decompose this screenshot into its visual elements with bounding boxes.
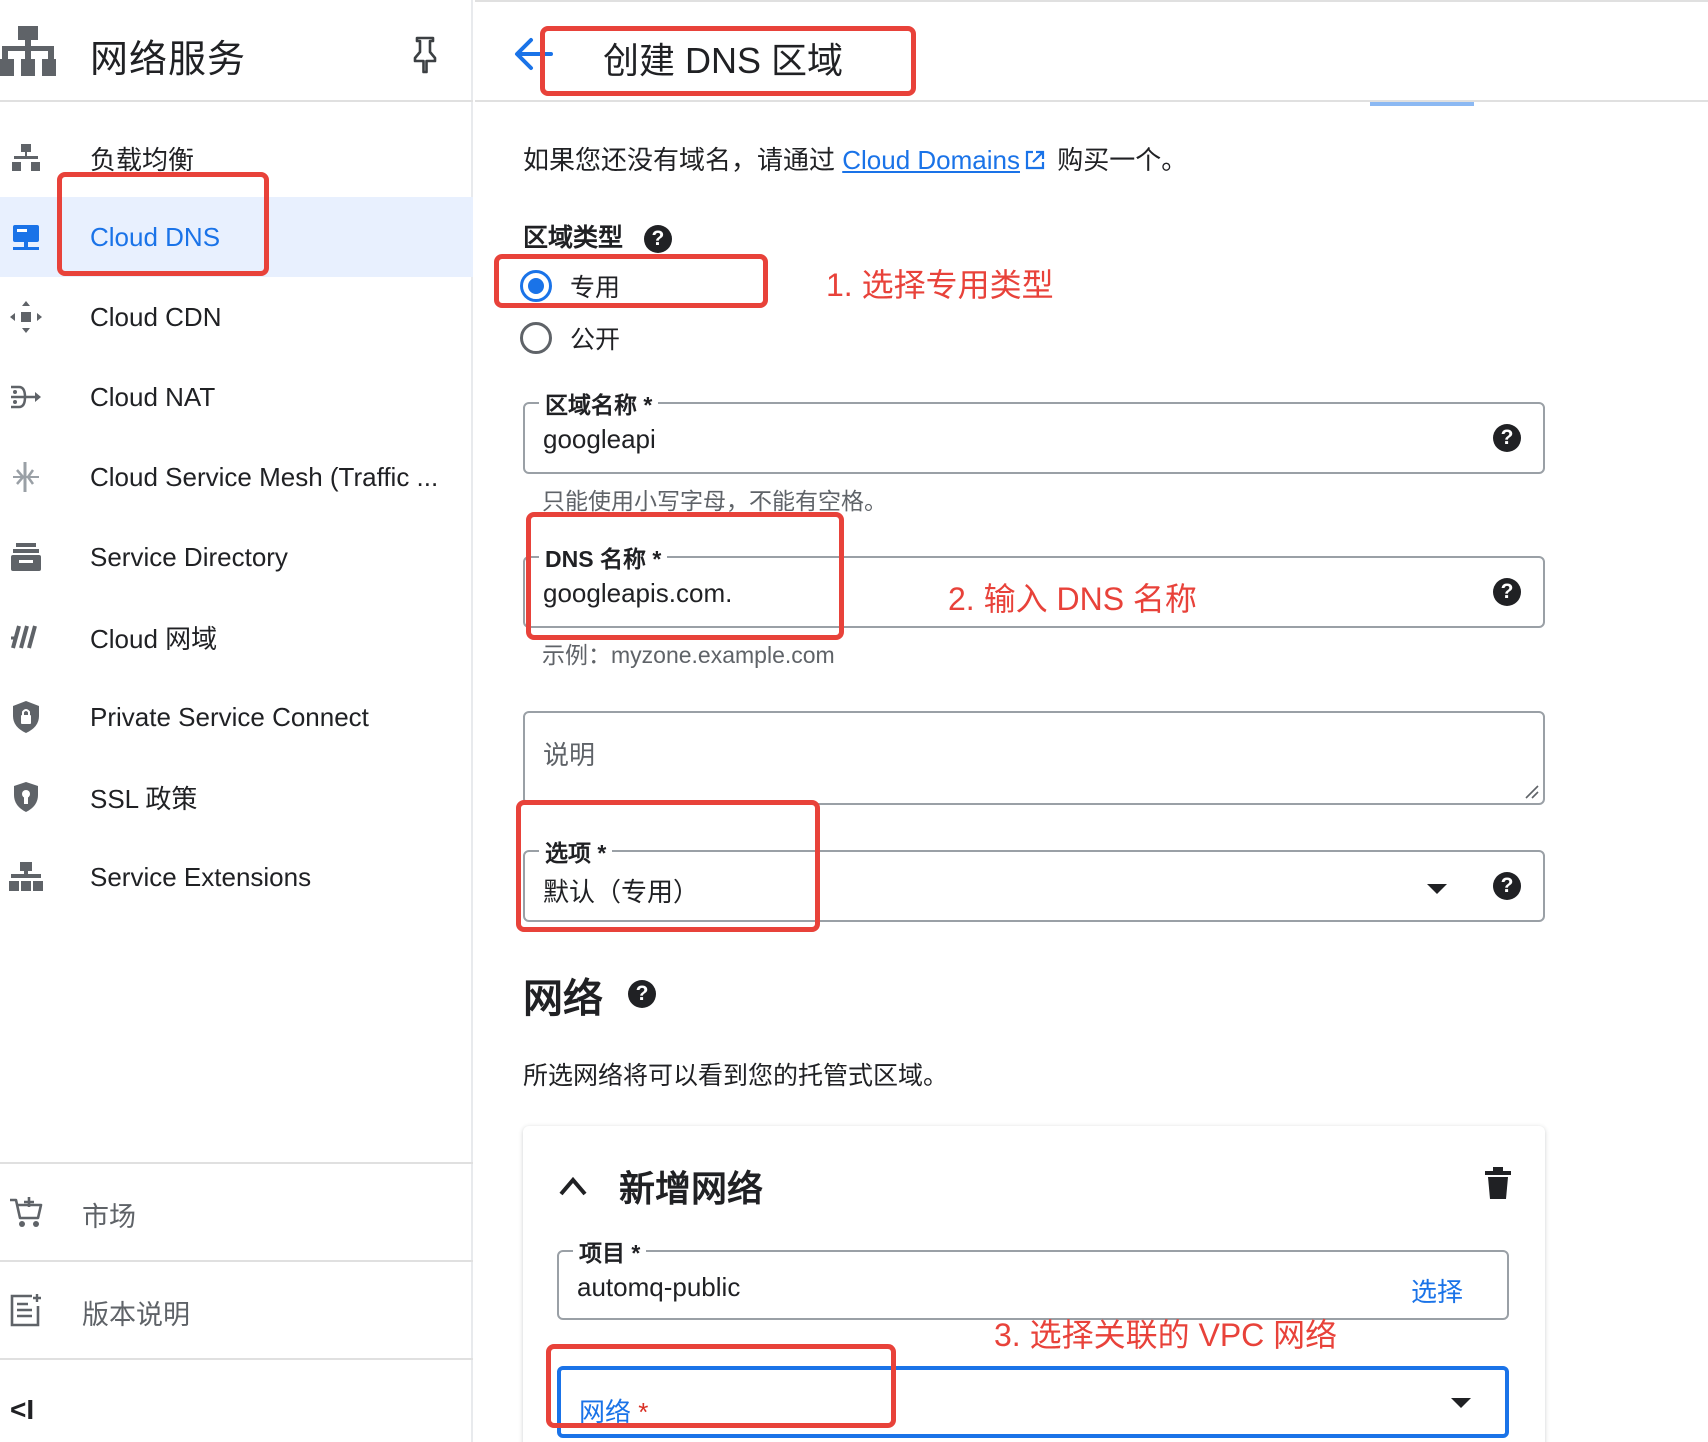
options-label: 选项 * (539, 834, 613, 868)
dropdown-caret-icon[interactable] (1427, 884, 1447, 894)
release-notes-icon (10, 1294, 41, 1327)
annotation-step2: 2. 输入 DNS 名称 (948, 581, 1197, 617)
sidebar-item-private-service-connect[interactable]: Private Service Connect (0, 677, 473, 757)
required-mark: * (638, 1397, 649, 1427)
sidebar-item-label: Cloud CDN (90, 301, 222, 332)
options-value: 默认（专用） (543, 877, 700, 907)
project-value: automq-public (577, 1272, 741, 1302)
sidebar-divider (0, 1358, 473, 1360)
cloud-domains-link[interactable]: Cloud Domains (842, 145, 1020, 175)
sidebar-item-service-directory[interactable]: Service Directory (0, 517, 473, 597)
radio-button-checked[interactable] (520, 270, 552, 302)
sidebar-item-cloud-domains[interactable]: Cloud 网域 (0, 597, 473, 677)
help-icon[interactable]: ? (643, 225, 672, 254)
chevron-up-icon[interactable] (557, 1174, 589, 1198)
zone-name-field[interactable]: 区域名称 * googleapi ? (523, 386, 1545, 474)
intro-after: 购买一个。 (1049, 145, 1188, 175)
annotation-step1: 1. 选择专用类型 (826, 267, 1054, 303)
sidebar-item-release-notes[interactable]: 版本说明 (0, 1262, 473, 1358)
sidebar-item-load-balancing[interactable]: 负载均衡 (0, 118, 473, 198)
cdn-icon (8, 299, 44, 335)
description-placeholder: 说明 (543, 740, 596, 770)
sidebar-item-cloud-nat[interactable]: Cloud NAT (0, 357, 473, 437)
dns-name-hint: 示例：myzone.example.com (542, 642, 835, 668)
radio-label: 专用 (570, 274, 621, 302)
zone-name-hint: 只能使用小写字母，不能有空格。 (542, 488, 887, 514)
zone-type-label-text: 区域类型 (523, 224, 624, 252)
sidebar-item-service-extensions[interactable]: Service Extensions (0, 837, 473, 917)
radio-button[interactable] (520, 322, 552, 354)
select-project-button[interactable]: 选择 (1411, 1272, 1463, 1309)
help-icon[interactable]: ? (1493, 578, 1521, 606)
load-balancing-icon (8, 140, 44, 176)
sidebar-item-cloud-dns[interactable]: Cloud DNS (0, 197, 473, 277)
zone-name-label: 区域名称 * (539, 386, 659, 420)
sidebar-item-label: 负载均衡 (90, 144, 195, 175)
intro-before: 如果您还没有域名，请通过 (523, 145, 843, 175)
sidebar-item-cloud-cdn[interactable]: Cloud CDN (0, 277, 473, 357)
service-extensions-icon (8, 859, 44, 895)
page-title: 创建 DNS 区域 (603, 40, 844, 81)
sidebar-item-label: Cloud DNS (90, 221, 221, 252)
network-placeholder: 网络 * (579, 1392, 648, 1429)
dns-name-label: DNS 名称 * (539, 540, 668, 574)
sidebar-item-label: Private Service Connect (90, 701, 369, 732)
service-mesh-icon (8, 459, 44, 495)
sidebar-item-label: Cloud NAT (90, 381, 216, 412)
radio-label: 公开 (570, 326, 621, 354)
new-network-card: 新增网络 项目 * automq-public 选择 网络 * (523, 1126, 1545, 1442)
help-icon[interactable]: ? (1493, 424, 1521, 452)
sidebar-item-label: Cloud 网域 (90, 623, 218, 654)
service-directory-icon (8, 539, 44, 575)
zone-name-value[interactable]: googleapi (543, 424, 656, 455)
collapse-sidebar-button[interactable]: <I (10, 1394, 50, 1428)
help-icon[interactable]: ? (1493, 872, 1521, 900)
help-icon[interactable]: ? (628, 980, 656, 1008)
sidebar-item-label: SSL 政策 (90, 783, 198, 814)
radio-public[interactable]: 公开 (520, 320, 620, 356)
sidebar-item-marketplace[interactable]: 市场 (0, 1164, 473, 1260)
network-section-title: 网络 (523, 977, 603, 1021)
sidebar-item-service-mesh[interactable]: Cloud Service Mesh (Traffic ... (0, 437, 473, 517)
dns-icon (8, 219, 44, 255)
description-textarea[interactable]: 说明 (523, 711, 1545, 805)
network-section-desc: 所选网络将可以看到您的托管式区域。 (523, 1062, 949, 1090)
ssl-policy-icon (8, 779, 44, 815)
sidebar-title: 网络服务 (90, 39, 247, 81)
network-services-logo-icon (0, 26, 56, 76)
sidebar-item-label: 市场 (82, 1202, 136, 1232)
sidebar-item-label: Cloud Service Mesh (Traffic ... (90, 461, 439, 492)
intro-text: 如果您还没有域名，请通过 Cloud Domains 购买一个。 (523, 140, 1187, 177)
back-arrow-icon[interactable] (511, 32, 555, 76)
zone-type-label: 区域类型 ? (523, 218, 672, 254)
network-label: 网络 (579, 1397, 632, 1427)
network-select[interactable]: 网络 * (557, 1366, 1509, 1438)
tab-indicator (1370, 102, 1474, 106)
project-label: 项目 * (573, 1234, 647, 1268)
marketplace-cart-icon (10, 1197, 43, 1227)
sidebar-item-label: Service Extensions (90, 861, 312, 892)
resize-grip-icon[interactable] (1523, 783, 1539, 799)
sidebar-item-label: 版本说明 (82, 1300, 190, 1330)
sidebar: 网络服务 负载均衡 Cloud DNS Cloud CDN Cloud NAT … (0, 0, 473, 1442)
external-link-icon (1025, 150, 1045, 170)
private-service-connect-icon (8, 699, 44, 735)
annotation-step3: 3. 选择关联的 VPC 网络 (994, 1317, 1338, 1353)
dns-name-value[interactable]: googleapis.com. (543, 578, 732, 609)
domains-icon (8, 619, 44, 655)
pin-icon[interactable] (408, 34, 442, 74)
sidebar-item-label: Service Directory (90, 541, 288, 572)
page-header: 创建 DNS 区域 (475, 0, 1708, 106)
nat-icon (8, 379, 44, 415)
radio-private[interactable]: 专用 (520, 268, 620, 304)
dropdown-caret-icon[interactable] (1451, 1398, 1471, 1408)
options-select[interactable]: 选项 * 默认（专用） ? (523, 834, 1545, 922)
sidebar-item-ssl-policy[interactable]: SSL 政策 (0, 757, 473, 837)
delete-trash-icon[interactable] (1483, 1166, 1513, 1200)
sidebar-header: 网络服务 (0, 0, 473, 102)
card-title: 新增网络 (619, 1168, 764, 1209)
